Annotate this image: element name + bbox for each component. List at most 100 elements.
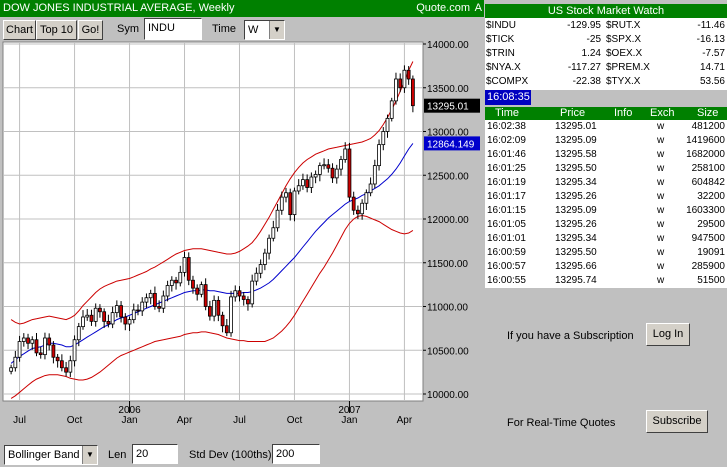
candle-body — [279, 196, 284, 211]
candle-body — [292, 190, 297, 216]
candle-body — [68, 360, 73, 373]
top10-button[interactable]: Top 10 — [36, 20, 77, 40]
trade-time: 16:01:17 — [487, 191, 526, 202]
trade-price: 13295.66 — [555, 261, 597, 272]
candle-body — [47, 337, 52, 346]
chevron-down-icon[interactable]: ▼ — [269, 21, 284, 39]
subscription-panel: If you have a Subscription Log In For Re… — [485, 290, 727, 467]
candle-body — [402, 69, 407, 89]
candle-body — [178, 271, 183, 284]
candle-body — [102, 311, 107, 322]
trade-time: 16:01:01 — [487, 233, 526, 244]
trade-price: 13295.34 — [555, 233, 597, 244]
candle-body — [203, 284, 208, 307]
time-label: Time — [212, 23, 237, 35]
len-input[interactable]: 20 — [132, 444, 178, 464]
realtime-text: For Real-Time Quotes — [507, 417, 616, 429]
candle-body — [389, 100, 394, 119]
candle-body — [351, 196, 356, 211]
last-price-label: 13295.01 — [427, 102, 469, 113]
trade-exchange: w — [657, 247, 665, 258]
study-select[interactable]: Bollinger Band ▼ — [4, 445, 98, 465]
candle-body — [364, 192, 369, 204]
trade-time: 16:01:25 — [487, 163, 526, 174]
candle-body — [343, 148, 348, 160]
time-select[interactable]: W ▼ — [244, 20, 285, 40]
watch-symbol: $OEX.X — [606, 48, 643, 59]
candle-body — [114, 305, 119, 314]
candle-body — [398, 78, 403, 89]
sym-label: Sym — [117, 23, 139, 35]
watch-symbol: $RUT.X — [606, 20, 641, 31]
col-size: Size — [697, 107, 719, 119]
watch-symbol: $NYA.X — [486, 62, 521, 73]
watch-change: -129.95 — [567, 20, 601, 31]
stddev-input[interactable]: 200 — [272, 444, 320, 464]
candle-body — [157, 306, 162, 309]
table-row: 16:00:57 13295.66 w 285900 — [485, 260, 727, 274]
table-row: 16:01:05 13295.26 w 29500 — [485, 218, 727, 232]
candle-body — [186, 257, 191, 281]
price-markers: 13295.01 12864.149 — [424, 98, 480, 151]
candle-body — [123, 316, 128, 325]
candle-body — [246, 299, 250, 305]
subscribe-button[interactable]: Subscribe — [646, 410, 708, 433]
table-row: 16:01:25 13295.50 w 258100 — [485, 162, 727, 176]
candle-body — [360, 202, 365, 215]
candle-body — [385, 117, 390, 132]
candle-body — [17, 341, 22, 358]
candle-body — [339, 159, 343, 170]
candle-body — [334, 168, 339, 179]
candle-body — [250, 280, 255, 305]
year-label: 2006 — [118, 405, 141, 416]
chevron-down-icon[interactable]: ▼ — [82, 446, 97, 464]
candle-body — [220, 314, 225, 327]
x-tick-label: Apr — [177, 415, 193, 426]
candle-body — [301, 179, 305, 187]
candle-body — [377, 144, 381, 167]
watch-change: 53.56 — [699, 76, 725, 87]
watch-row: $TICK -25 $SPX.X -16.13 — [485, 34, 727, 46]
candle-body — [233, 290, 238, 298]
chart-toolbar: Chart Top 10 Go! Sym INDU Time W ▼ — [0, 17, 484, 41]
candle-body — [93, 307, 98, 322]
trade-exchange: w — [657, 191, 665, 202]
price-chart[interactable]: 10000.00 10500.00 11000.00 11500.00 12000.00… — [0, 41, 484, 441]
trade-exchange: w — [657, 261, 665, 272]
trade-price: 13295.34 — [555, 177, 597, 188]
watch-symbol: $TRIN — [486, 48, 515, 59]
candle-body — [9, 367, 13, 372]
time-select-value: W — [248, 24, 259, 36]
go-button[interactable]: Go! — [78, 20, 103, 40]
symbol-input[interactable]: INDU — [144, 18, 202, 40]
watch-change: -11.46 — [697, 20, 725, 31]
candle-body — [208, 306, 212, 317]
col-time: Time — [495, 107, 520, 119]
candle-body — [309, 176, 314, 188]
trades-table: 16:02:38 13295.01 w 481200 16:02:09 13295.09 w… — [485, 120, 727, 288]
candle-body — [372, 165, 377, 185]
trade-time: 16:01:15 — [487, 205, 526, 216]
table-row: 16:02:09 13295.09 w 1419600 — [485, 134, 727, 148]
trade-price: 13295.01 — [555, 121, 597, 132]
trade-time: 16:00:57 — [487, 261, 526, 272]
candle-body — [161, 295, 166, 309]
candle-body — [216, 299, 221, 316]
chart-button[interactable]: Chart — [3, 20, 36, 40]
watch-symbol: $SPX.X — [606, 34, 642, 45]
trades-header: Time Price Info Exch Size — [485, 107, 727, 120]
watch-change: -25 — [586, 34, 601, 45]
table-row: 16:01:17 13295.26 w 32200 — [485, 190, 727, 204]
candle-body — [317, 165, 322, 175]
trade-price: 13295.58 — [555, 149, 597, 160]
col-exch: Exch — [650, 107, 675, 119]
candle-body — [140, 301, 145, 312]
trade-size: 947500 — [691, 233, 725, 244]
chart-period: , Weekly — [192, 2, 235, 14]
y-tick-label: 12000.00 — [427, 215, 469, 226]
stddev-label: Std Dev (100ths) — [189, 449, 272, 461]
x-tick-label: Jan — [341, 415, 357, 426]
login-button[interactable]: Log In — [646, 323, 690, 346]
trade-exchange: w — [657, 219, 665, 230]
trade-price: 13295.74 — [555, 275, 597, 286]
